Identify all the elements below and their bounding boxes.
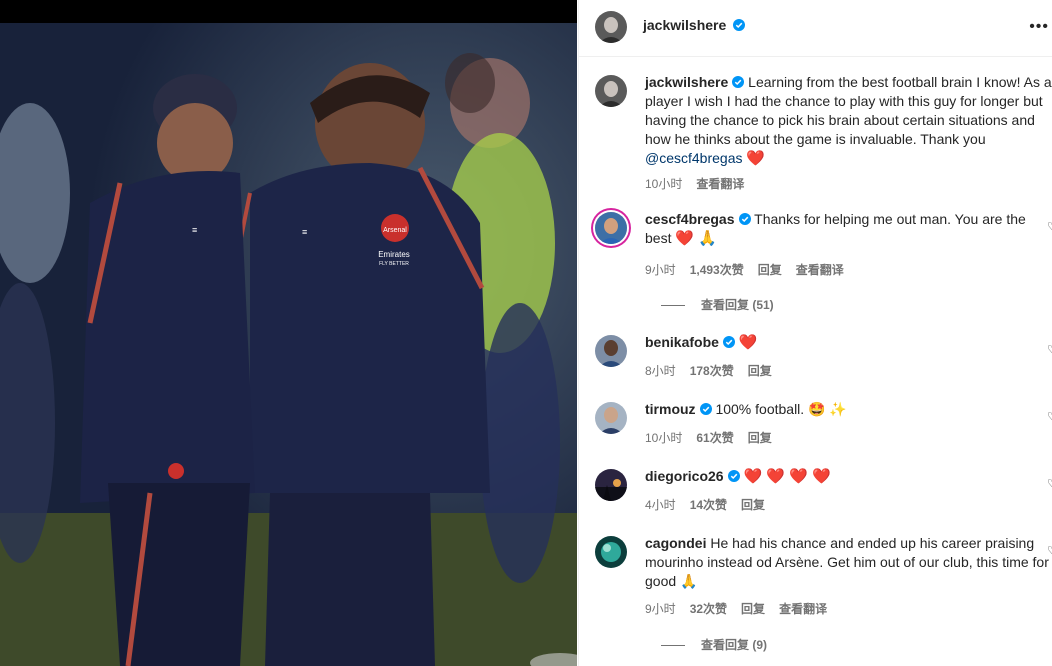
caption-translate-button[interactable]: 查看翻译	[696, 177, 744, 191]
comment-emoji: ❤️	[738, 334, 758, 351]
photo-sponsor-line2: FLY BETTER	[379, 261, 409, 267]
comment-like-heart-icon[interactable]: ♡	[1047, 477, 1052, 490]
comment-item: benikafobe ❤️ 8小时 178次赞 回复 ♡	[595, 333, 1052, 385]
photo-sponsor-line1: Emirates	[378, 250, 410, 259]
comment-text: tirmouz 100% football. 🤩 ✨	[645, 400, 1052, 419]
comment-text: diegorico26 ❤️ ❤️ ❤️ ❤️	[645, 467, 1052, 486]
comment-emoji: ❤️ ❤️ ❤️ ❤️	[743, 468, 831, 485]
comment-reply-button[interactable]: 回复	[758, 263, 782, 277]
verified-badge-icon	[722, 336, 735, 348]
comment-avatar[interactable]	[595, 335, 627, 367]
view-replies-label: 查看回复 (51)	[701, 298, 774, 312]
caption-timestamp[interactable]: 10小时	[645, 177, 682, 191]
photo-badge-text: Arsenal	[383, 227, 407, 234]
comment-item: cescf4bregas Thanks for helping me out m…	[595, 210, 1052, 322]
comment-avatar-image	[595, 469, 627, 501]
caption-text: jackwilshere Learning from the best foot…	[645, 73, 1052, 168]
comment-meta: 9小时 32次赞 回复 查看翻译	[645, 600, 841, 617]
comment-avatar-image	[595, 335, 627, 367]
comment-avatar-image	[595, 212, 627, 244]
comment-avatar[interactable]	[595, 402, 627, 434]
comment-timestamp[interactable]: 9小时	[645, 602, 676, 616]
comment-likes[interactable]: 14次赞	[690, 498, 727, 512]
comment-likes[interactable]: 1,493次赞	[690, 263, 744, 277]
caption-meta: 10小时 查看翻译	[645, 175, 758, 192]
comment-avatar[interactable]	[595, 212, 627, 244]
view-replies-button[interactable]: 查看回复 (51)	[661, 296, 774, 313]
comment-timestamp[interactable]: 4小时	[645, 498, 676, 512]
comment-likes[interactable]: 32次赞	[690, 602, 727, 616]
comment-timestamp[interactable]: 8小时	[645, 364, 676, 378]
comment-text: cescf4bregas Thanks for helping me out m…	[645, 210, 1052, 248]
caption-avatar-image	[595, 75, 627, 107]
replies-divider	[661, 305, 685, 307]
comment-meta: 10小时 61次赞 回复	[645, 429, 786, 446]
more-options-icon[interactable]: •••	[1029, 18, 1049, 36]
comment-timestamp[interactable]: 10小时	[645, 431, 682, 445]
comment-meta: 9小时 1,493次赞 回复 查看翻译	[645, 261, 858, 278]
comment-text: cagondei He had his chance and ended up …	[645, 534, 1052, 591]
comment-item: cagondei He had his chance and ended up …	[595, 534, 1052, 661]
comment-like-heart-icon[interactable]: ♡	[1047, 343, 1052, 356]
verified-badge-icon	[733, 19, 745, 31]
comment-like-heart-icon[interactable]: ♡	[1047, 410, 1052, 423]
comment-reply-button[interactable]: 回复	[741, 602, 765, 616]
verified-badge-icon	[699, 403, 712, 415]
comment-likes[interactable]: 178次赞	[690, 364, 734, 378]
comment-reply-button[interactable]: 回复	[748, 364, 772, 378]
comment-like-heart-icon[interactable]: ♡	[1047, 544, 1052, 557]
author-username[interactable]: jackwilshere	[643, 17, 726, 33]
comment-username[interactable]: benikafobe	[645, 334, 719, 350]
post-photo[interactable]: Arsenal Emirates FLY BETTER ≡ ≡	[0, 23, 577, 666]
verified-badge-icon	[732, 76, 745, 88]
comment-username[interactable]: cescf4bregas	[645, 211, 735, 227]
comment-reply-button[interactable]: 回复	[748, 431, 772, 445]
comment-translate-button[interactable]: 查看翻译	[796, 263, 844, 277]
heart-emoji: ❤️	[746, 150, 766, 167]
svg-text:≡: ≡	[192, 225, 197, 235]
post-caption: jackwilshere Learning from the best foot…	[595, 73, 1052, 195]
comment-emoji: 🤩 ✨	[808, 401, 847, 417]
view-replies-label: 查看回复 (9)	[701, 638, 768, 652]
caption-mention-link[interactable]: @cescf4bregas	[645, 150, 742, 166]
caption-author-avatar[interactable]	[595, 75, 627, 107]
comment-reply-button[interactable]: 回复	[741, 498, 765, 512]
comment-avatar-image	[595, 536, 627, 568]
comment-meta: 8小时 178次赞 回复	[645, 362, 786, 379]
comment-avatar[interactable]	[595, 469, 627, 501]
comment-like-heart-icon[interactable]: ♡	[1047, 220, 1052, 233]
view-replies-button[interactable]: 查看回复 (9)	[661, 636, 767, 653]
post-detail-pane: jackwilshere ••• jackwilshere Learning f…	[578, 0, 1052, 666]
author-avatar-image	[595, 11, 627, 43]
verified-badge-icon	[727, 470, 740, 482]
svg-text:≡: ≡	[302, 227, 307, 237]
comment-timestamp[interactable]: 9小时	[645, 263, 676, 277]
comment-username[interactable]: cagondei	[645, 535, 706, 551]
comment-meta: 4小时 14次赞 回复	[645, 496, 779, 513]
post-photo-pane: Arsenal Emirates FLY BETTER ≡ ≡	[0, 0, 577, 666]
comment-translate-button[interactable]: 查看翻译	[779, 602, 827, 616]
comment-username[interactable]: diegorico26	[645, 468, 724, 484]
comment-likes[interactable]: 61次赞	[696, 431, 733, 445]
comment-avatar-image	[595, 402, 627, 434]
caption-username[interactable]: jackwilshere	[645, 74, 728, 90]
comment-text: benikafobe ❤️	[645, 333, 1052, 352]
comment-emoji: ❤️ 🙏	[675, 230, 717, 247]
post-photo-illustration: Arsenal Emirates FLY BETTER ≡ ≡	[0, 23, 577, 666]
comment-body: 100% football.	[715, 401, 805, 417]
verified-badge-icon	[738, 213, 751, 225]
comment-emoji: 🙏	[680, 573, 698, 589]
comment-item: diegorico26 ❤️ ❤️ ❤️ ❤️ 4小时 14次赞 回复 ♡	[595, 467, 1052, 519]
author-avatar[interactable]	[595, 11, 627, 43]
comment-body: He had his chance and ended up his caree…	[645, 535, 1049, 589]
comment-item: tirmouz 100% football. 🤩 ✨ 10小时 61次赞 回复 ♡	[595, 400, 1052, 452]
post-header: jackwilshere •••	[579, 0, 1052, 57]
comment-username[interactable]: tirmouz	[645, 401, 696, 417]
replies-divider	[661, 645, 685, 647]
comment-avatar[interactable]	[595, 536, 627, 568]
